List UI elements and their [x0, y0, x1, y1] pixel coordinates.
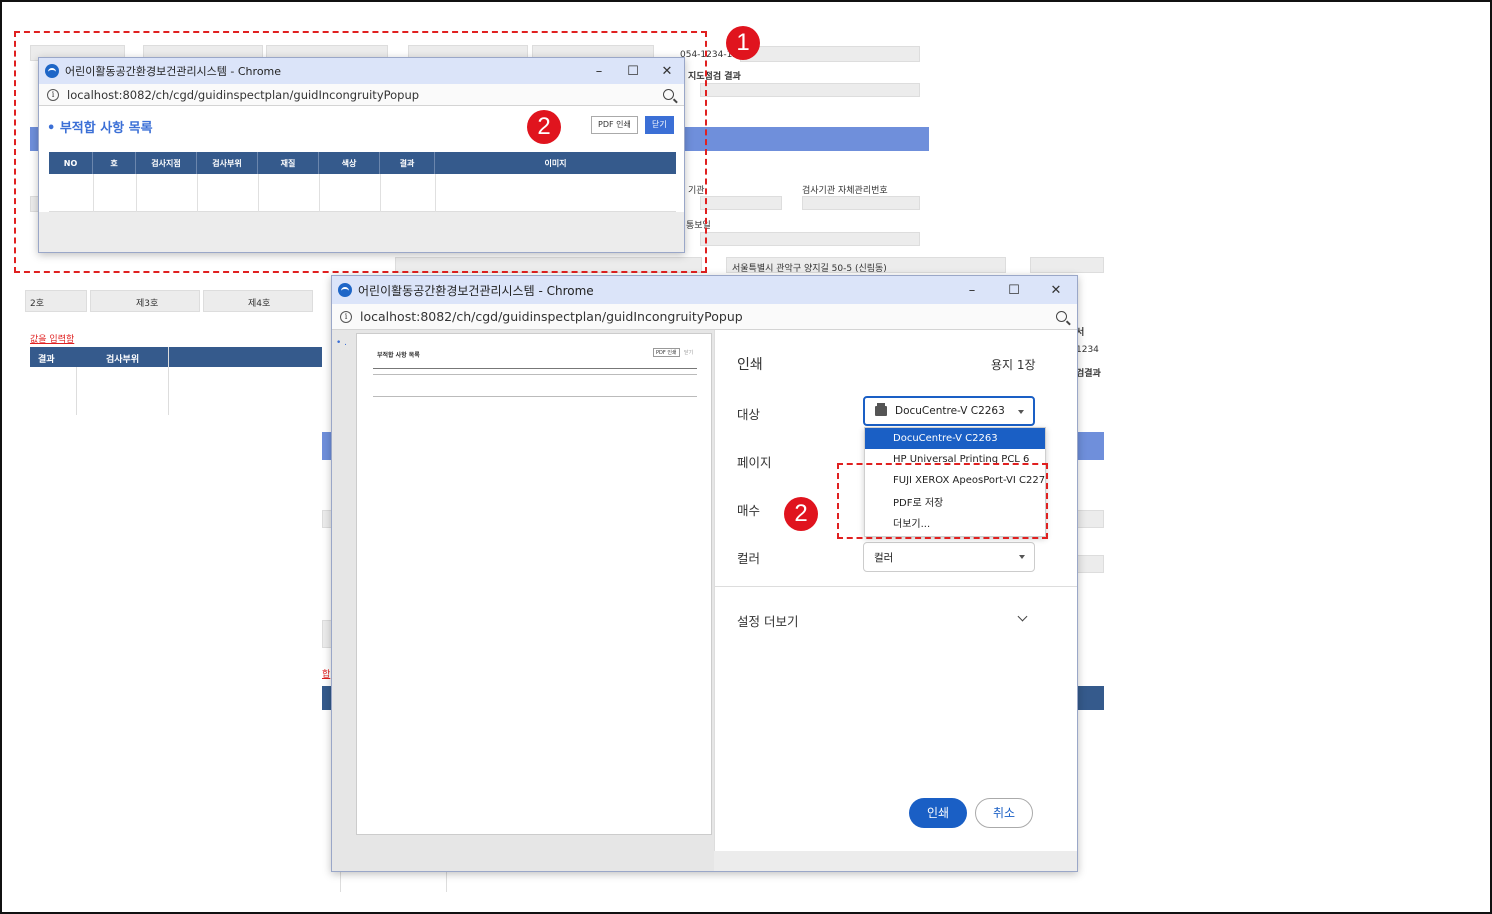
- color-select[interactable]: 컬러: [863, 542, 1035, 572]
- popup-window-print: 어린이활동공간환경보건관리시스템 - Chrome – ☐ ✕ i localh…: [331, 275, 1078, 872]
- annotation-box-2: [837, 463, 1048, 539]
- bg-divider: [340, 872, 341, 892]
- chevron-down-icon: [1019, 555, 1025, 559]
- annotation-badge-1: 1: [726, 26, 760, 60]
- annotation-badge-2b: 2: [784, 497, 818, 531]
- bg-link[interactable]: 값을 입력함: [30, 332, 74, 345]
- cancel-button[interactable]: 취소: [975, 798, 1033, 828]
- print-preview-area: • . 부적합 사항 목록 PDF 인쇄 닫기: [332, 330, 714, 871]
- color-value: 컬러: [874, 551, 894, 564]
- more-settings-toggle[interactable]: 설정 더보기: [737, 611, 798, 630]
- window-title: 어린이활동공간환경보건관리시스템 - Chrome: [358, 283, 594, 298]
- chevron-down-icon[interactable]: [1017, 611, 1028, 622]
- chrome-icon: [338, 283, 352, 297]
- bg-divider: [76, 367, 77, 415]
- bg-tab-label: 제3호: [136, 299, 159, 309]
- bg-divider: [446, 872, 447, 892]
- address-bar[interactable]: i localhost:8082/ch/cgd/guidinspectplan/…: [332, 304, 1077, 330]
- bg-address: 서울특별시 관악구 양지길 50-5 (신림동): [732, 264, 887, 274]
- bg-field: [700, 196, 782, 210]
- bg-label: 검사기관 자체관리번호: [802, 186, 888, 196]
- divider: [715, 586, 1077, 587]
- preview-rule: [373, 368, 697, 369]
- bg-tab-label: 2호: [30, 299, 45, 309]
- popup-titlebar: 어린이활동공간환경보건관리시스템 - Chrome – ☐ ✕: [332, 276, 1077, 304]
- printer-option[interactable]: DocuCentre-V C2263: [865, 428, 1045, 449]
- preview-pdf-button: PDF 인쇄: [653, 348, 680, 357]
- preview-heading: 부적합 사항 목록: [377, 352, 420, 359]
- print-settings-panel: 인쇄 용지 1장 대상 DocuCentre-V C2263 페이지 매수 컬러…: [714, 330, 1077, 851]
- sheet-count: 용지 1장: [991, 358, 1036, 372]
- dialog-footer: [714, 851, 1077, 871]
- bg-field: [1077, 510, 1104, 528]
- bg-table-header: [30, 347, 322, 367]
- chevron-down-icon: [1018, 410, 1024, 414]
- preview-rule: [373, 396, 697, 397]
- color-label: 컬러: [737, 551, 761, 566]
- url-text: localhost:8082/ch/cgd/guidinspectplan/gu…: [360, 309, 743, 324]
- bg-field: [802, 196, 920, 210]
- copies-label: 매수: [737, 503, 761, 518]
- annotation-box-1: [14, 31, 707, 273]
- close-icon[interactable]: ✕: [1035, 283, 1077, 298]
- print-title: 인쇄: [737, 357, 763, 373]
- preview-bullet: • .: [336, 338, 348, 348]
- maximize-icon[interactable]: ☐: [993, 283, 1035, 298]
- bg-field: [1030, 257, 1104, 273]
- bg-field: [700, 232, 920, 246]
- print-button[interactable]: 인쇄: [909, 798, 967, 828]
- destination-label: 대상: [737, 407, 761, 422]
- bg-link[interactable]: 합: [322, 667, 330, 680]
- info-icon[interactable]: i: [340, 310, 352, 323]
- preview-close-button: 닫기: [684, 350, 694, 356]
- bg-bar: [1077, 686, 1104, 710]
- bg-divider: [168, 347, 169, 415]
- preview-page: 부적합 사항 목록 PDF 인쇄 닫기: [356, 333, 712, 835]
- preview-rule: [373, 374, 697, 375]
- printer-icon: [875, 403, 887, 416]
- bg-label: 1234: [1076, 345, 1099, 355]
- bg-field: [1077, 555, 1104, 573]
- pages-label: 페이지: [737, 455, 772, 470]
- bg-field: [740, 46, 920, 62]
- bg-field: [700, 83, 920, 97]
- bg-bar: [685, 127, 929, 151]
- annotation-badge-2: 2: [527, 110, 561, 144]
- bg-label: 검결과: [1076, 369, 1101, 379]
- destination-select[interactable]: DocuCentre-V C2263: [863, 396, 1035, 426]
- zoom-icon[interactable]: [1056, 311, 1067, 322]
- bg-th: 검사부위: [106, 355, 140, 365]
- minimize-icon[interactable]: –: [951, 283, 993, 298]
- bg-th: 결과: [38, 355, 55, 365]
- destination-value: DocuCentre-V C2263: [895, 405, 1005, 417]
- bg-tab-label: 제4호: [248, 299, 271, 309]
